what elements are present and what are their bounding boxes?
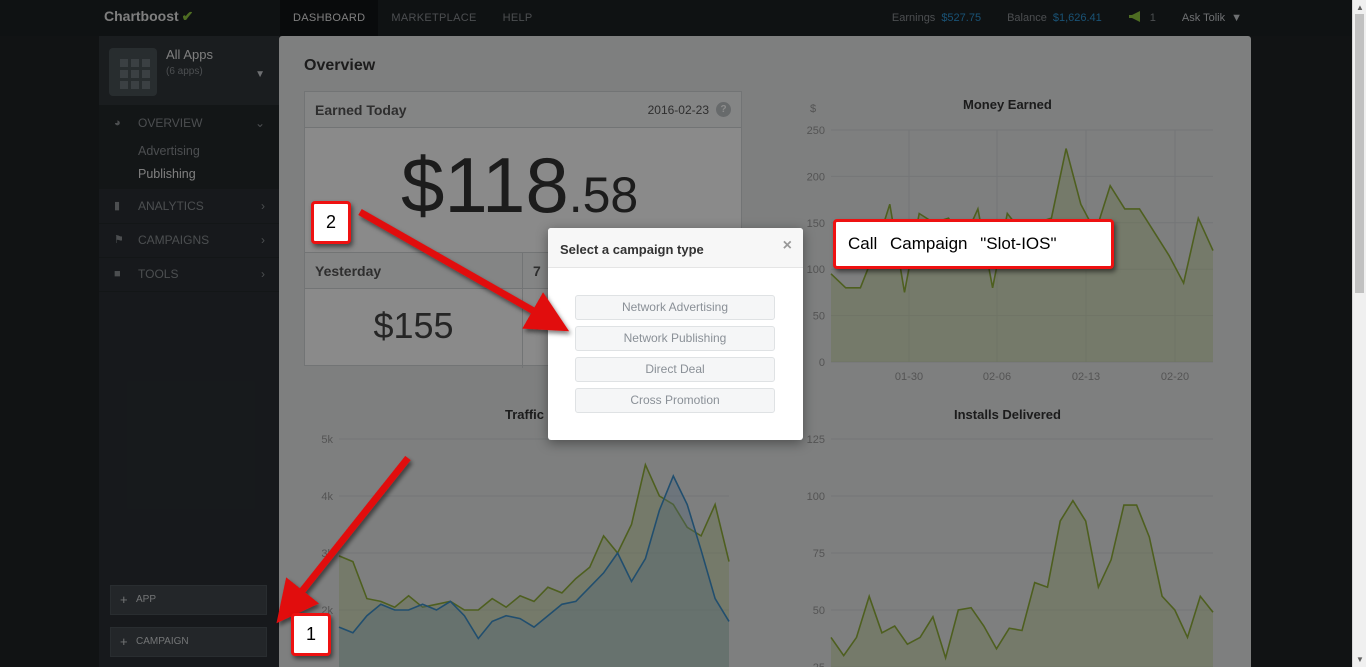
arrow-to-network-publishing [358, 208, 570, 332]
scroll-thumb[interactable] [1355, 14, 1364, 293]
page-scrollbar[interactable]: ▲ ▼ [1352, 0, 1366, 667]
arrow-to-campaign-button [276, 455, 411, 624]
annotation-arrows [276, 208, 570, 624]
scroll-down-icon[interactable]: ▼ [1356, 655, 1364, 664]
step-1-label: 1 [291, 613, 331, 656]
scroll-up-icon[interactable]: ▲ [1356, 3, 1364, 12]
step-2-label: 2 [311, 201, 351, 244]
annotation-callout: Call Campaign "Slot-IOS" [833, 219, 1114, 269]
